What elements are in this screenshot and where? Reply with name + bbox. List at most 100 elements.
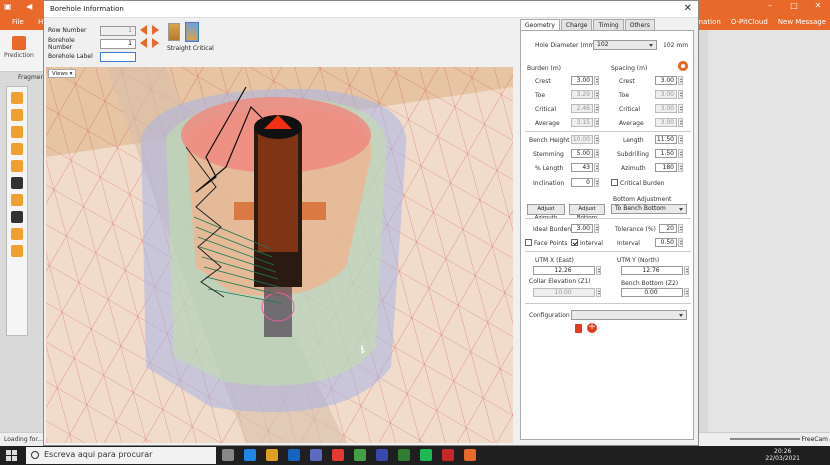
azimuth-field[interactable]: 180 [655,163,677,172]
taskbar-search[interactable]: Escreva aqui para procurar [26,447,216,464]
collar-elevation-stepper[interactable] [596,288,601,297]
tab-others[interactable]: Others [624,19,655,30]
bench-bottom-stepper[interactable] [684,288,689,297]
tool-icon[interactable] [11,160,23,172]
utm-x-stepper[interactable] [596,266,601,275]
3d-viewport[interactable]: Views ▾ [46,67,513,443]
next-row-icon[interactable] [152,25,159,35]
borehole-number-field[interactable] [100,38,136,49]
task-view-icon[interactable] [222,449,234,461]
adjust-bottom-button[interactable]: Adjust Bottom [569,204,605,221]
face-points-checkbox[interactable] [525,239,532,246]
length-stepper[interactable] [678,135,683,144]
stemming-stepper[interactable] [594,149,599,158]
subdrilling-field[interactable]: 1.50 [655,149,677,158]
burden-critical-stepper[interactable] [594,104,599,113]
views-dropdown[interactable]: Views ▾ [48,69,77,78]
tool-icon[interactable] [11,92,23,104]
tool-icon[interactable] [11,177,23,189]
ideal-burden-stepper[interactable] [594,224,599,233]
straight-hole-icon[interactable] [168,23,180,41]
tool-icon[interactable] [11,245,23,257]
previous-row-icon[interactable] [140,25,147,35]
prediction-icon[interactable] [12,36,26,50]
bottom-adjustment-select[interactable]: To Bench Bottom [611,204,687,214]
tool-icon[interactable] [11,194,23,206]
pct-length-field[interactable]: 43 [571,163,593,172]
borehole-label-field[interactable] [100,51,136,62]
app-icon[interactable] [354,449,366,461]
burden-average-stepper[interactable] [594,118,599,127]
burden-critical-field[interactable]: 2.46 [571,104,593,113]
interval-checkbox[interactable] [571,239,578,246]
burden-toe-field[interactable]: 3.29 [571,90,593,99]
file-menu[interactable]: File [12,18,24,26]
spacing-average-field[interactable]: 3.00 [655,118,677,127]
add-icon[interactable]: + [587,323,597,333]
chrome-icon[interactable] [332,449,344,461]
interval-stepper[interactable] [678,238,683,247]
configuration-select[interactable] [571,310,687,320]
adjust-azimuth-button[interactable]: Adjust Azimuth [527,204,565,221]
maximize-button[interactable]: □ [782,0,806,12]
cloud-menu[interactable]: O-PitCloud [731,18,768,26]
windows-start-icon[interactable] [6,450,17,461]
tab-charge[interactable]: Charge [560,19,593,30]
teams-icon[interactable] [310,449,322,461]
inclination-stepper[interactable] [594,178,599,187]
pct-length-stepper[interactable] [594,163,599,172]
azimuth-stepper[interactable] [678,163,683,172]
previous-hole-icon[interactable] [140,38,147,48]
app-icon[interactable] [442,449,454,461]
edge-icon[interactable] [244,449,256,461]
spacing-crest-stepper[interactable] [678,76,683,85]
interval-field[interactable]: 0.50 [655,238,677,247]
inclination-field[interactable]: 0 [571,178,593,187]
delete-icon[interactable] [575,324,582,333]
length-field[interactable]: 11.50 [655,135,677,144]
tool-icon[interactable] [11,109,23,121]
tab-geometry[interactable]: Geometry [520,19,560,30]
excel-icon[interactable] [398,449,410,461]
explorer-icon[interactable] [266,449,278,461]
tab-timing[interactable]: Timing [593,19,624,30]
critical-hole-icon[interactable] [185,22,199,42]
bench-bottom-field[interactable]: 0.00 [621,288,683,297]
bench-height-field[interactable]: 10.00 [571,135,593,144]
spacing-crest-field[interactable]: 3.00 [655,76,677,85]
spacing-toe-field[interactable]: 3.00 [655,90,677,99]
opit-app-icon[interactable] [464,449,476,461]
hole-diameter-select[interactable]: 102 [593,40,657,50]
gear-icon[interactable] [678,61,688,71]
burden-toe-stepper[interactable] [594,90,599,99]
new-message-menu[interactable]: New Message [778,18,826,26]
close-icon[interactable]: ✕ [684,3,692,14]
spacing-critical-field[interactable]: 3.00 [655,104,677,113]
row-number-field[interactable] [100,25,136,36]
critical-burden-checkbox[interactable] [611,179,618,186]
tool-icon[interactable] [11,211,23,223]
next-hole-icon[interactable] [152,38,159,48]
bench-height-stepper[interactable] [594,135,599,144]
utm-y-stepper[interactable] [684,266,689,275]
tool-icon[interactable] [11,143,23,155]
utm-y-field[interactable]: 12.76 [621,266,683,275]
collar-elevation-field[interactable]: 10.00 [533,288,595,297]
burden-crest-field[interactable]: 3.00 [571,76,593,85]
stemming-field[interactable]: 5.00 [571,149,593,158]
spacing-average-stepper[interactable] [678,118,683,127]
spacing-toe-stepper[interactable] [678,90,683,99]
clock[interactable]: 20:26 22/03/2021 [765,448,800,462]
close-app-button[interactable]: ✕ [806,0,830,12]
burden-crest-stepper[interactable] [594,76,599,85]
tool-icon[interactable] [11,228,23,240]
spotify-icon[interactable] [420,449,432,461]
zoom-slider[interactable] [730,438,800,440]
outlook-icon[interactable] [288,449,300,461]
burden-average-field[interactable]: 3.15 [571,118,593,127]
tolerance-stepper[interactable] [678,224,683,233]
app-icon[interactable] [376,449,388,461]
tool-icon[interactable] [11,126,23,138]
ideal-burden-field[interactable]: 3.00 [571,224,593,233]
utm-x-field[interactable]: 12.26 [533,266,595,275]
